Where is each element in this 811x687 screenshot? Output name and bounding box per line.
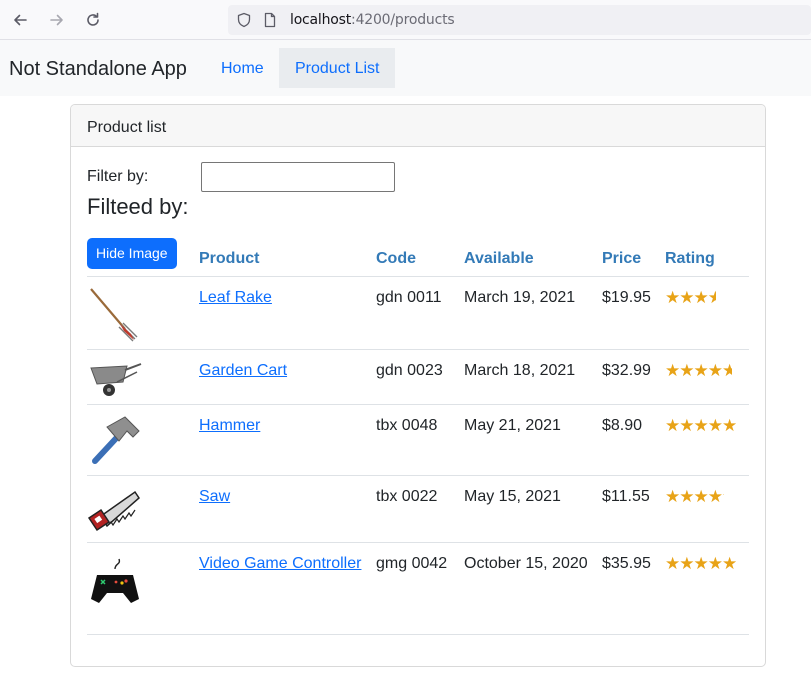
header-product[interactable]: Product [199, 233, 376, 277]
filtered-by-text: Filteed by: [87, 194, 189, 219]
product-rating-cell: ★★★★★ [665, 404, 749, 476]
forward-button[interactable] [45, 8, 69, 32]
product-rating-cell: ★★★★★ [665, 276, 749, 350]
product-link[interactable]: Hammer [199, 417, 260, 434]
app-navbar: Not Standalone App Home Product List [0, 40, 811, 96]
leaf-rake-image [90, 287, 138, 341]
table-row: Hammer tbx 0048 May 21, 2021 $8.90 ★★★★★ [87, 404, 749, 476]
back-button[interactable] [8, 8, 32, 32]
product-price: $32.99 [602, 349, 665, 405]
star-rating: ★★★★★ [665, 361, 733, 380]
garden-cart-image [90, 362, 142, 396]
product-image-cell [87, 542, 199, 635]
product-name-cell: Leaf Rake [199, 276, 376, 350]
product-price: $19.95 [602, 276, 665, 350]
product-image-cell [87, 404, 199, 476]
product-price: $8.90 [602, 404, 665, 476]
table-row: Garden Cart gdn 0023 March 18, 2021 $32.… [87, 349, 749, 405]
product-available: May 21, 2021 [464, 404, 602, 476]
product-available: March 19, 2021 [464, 276, 602, 350]
table-row: Video Game Controller gmg 0042 October 1… [87, 542, 749, 635]
product-image-cell [87, 276, 199, 350]
product-code: gdn 0011 [376, 276, 464, 350]
saw-image [87, 490, 140, 531]
product-rating-cell: ★★★★★ [665, 475, 749, 543]
product-rating-cell: ★★★★★ [665, 542, 749, 635]
product-table: Hide Image Product Code Available Price … [87, 233, 749, 635]
product-code: gmg 0042 [376, 542, 464, 635]
filter-input[interactable] [201, 162, 395, 192]
url-text[interactable]: localhost:4200/products [290, 12, 455, 28]
video-game-controller-image [91, 558, 139, 603]
star-rating: ★★★★★ [665, 487, 724, 506]
header-available[interactable]: Available [464, 233, 602, 277]
arrow-left-icon [14, 14, 27, 26]
nav-link-product-list[interactable]: Product List [279, 48, 396, 88]
product-image-cell [87, 349, 199, 405]
product-name-cell: Garden Cart [199, 349, 376, 405]
arrow-right-icon [50, 14, 63, 26]
url-host: localhost [290, 12, 352, 28]
browser-toolbar: localhost:4200/products [0, 0, 811, 40]
product-name-cell: Saw [199, 475, 376, 543]
product-link[interactable]: Video Game Controller [199, 555, 361, 572]
brand-title[interactable]: Not Standalone App [9, 58, 187, 81]
product-list-card: Product list Filter by: Filteed by: Hide… [70, 104, 766, 667]
product-available: May 15, 2021 [464, 475, 602, 543]
star-rating: ★★★★★ [665, 554, 737, 573]
product-link[interactable]: Saw [199, 488, 230, 505]
product-price: $35.95 [602, 542, 665, 635]
star-rating: ★★★★★ [665, 288, 716, 307]
reload-button[interactable] [81, 8, 105, 32]
reload-icon [87, 12, 99, 26]
hammer-image [92, 415, 140, 464]
header-price[interactable]: Price [602, 233, 665, 277]
url-bar[interactable]: localhost:4200/products [228, 5, 811, 35]
product-name-cell: Hammer [199, 404, 376, 476]
card-header: Product list [71, 105, 765, 147]
product-rating-cell: ★★★★★ [665, 349, 749, 405]
product-code: tbx 0022 [376, 475, 464, 543]
header-image-cell: Hide Image [87, 233, 199, 277]
product-link[interactable]: Leaf Rake [199, 289, 272, 306]
product-code: tbx 0048 [376, 404, 464, 476]
header-rating[interactable]: Rating [665, 233, 749, 277]
shield-icon[interactable] [236, 12, 252, 28]
product-image-cell [87, 475, 199, 543]
product-available: October 15, 2020 [464, 542, 602, 635]
star-rating: ★★★★★ [665, 416, 737, 435]
product-price: $11.55 [602, 475, 665, 543]
header-code[interactable]: Code [376, 233, 464, 277]
table-row: Saw tbx 0022 May 15, 2021 $11.55 ★★★★★ [87, 475, 749, 543]
product-code: gdn 0023 [376, 349, 464, 405]
url-path: :4200/products [351, 12, 455, 28]
filter-label: Filter by: [87, 168, 149, 185]
product-name-cell: Video Game Controller [199, 542, 376, 635]
table-row: Leaf Rake gdn 0011 March 19, 2021 $19.95… [87, 276, 749, 350]
page-icon[interactable] [262, 12, 278, 28]
table-header-row: Hide Image Product Code Available Price … [87, 233, 749, 277]
product-available: March 18, 2021 [464, 349, 602, 405]
hide-image-button[interactable]: Hide Image [87, 237, 177, 269]
nav-link-home[interactable]: Home [205, 48, 280, 88]
product-link[interactable]: Garden Cart [199, 362, 287, 379]
